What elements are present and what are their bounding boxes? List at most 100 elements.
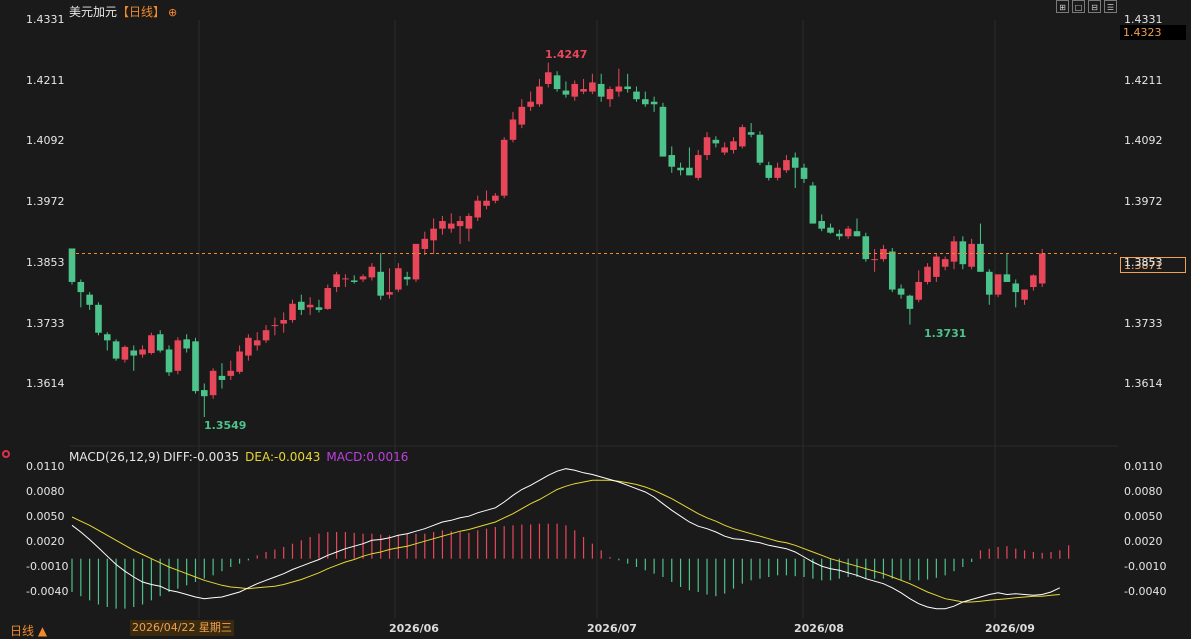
- macd-tick-right: -0.0040: [1124, 585, 1167, 598]
- candle-body: [994, 274, 1002, 295]
- candle-body: [253, 340, 261, 346]
- candle-body: [668, 155, 676, 167]
- x-label-jun: 2026/06: [389, 622, 439, 635]
- split-pane-icon[interactable]: ⊟: [1088, 0, 1101, 13]
- candle-body: [1003, 274, 1011, 282]
- candle-body: [245, 337, 252, 356]
- candle-body: [483, 200, 490, 206]
- layout-grid-icon[interactable]: ⊞: [1056, 0, 1069, 13]
- candle-body: [121, 346, 129, 360]
- price-tick-right: 1.4092: [1124, 134, 1163, 148]
- candle-body: [853, 231, 861, 237]
- macd-tick-right: 0.0080: [1124, 485, 1163, 498]
- candle-body: [77, 281, 85, 293]
- candle-body: [536, 86, 543, 105]
- symbol-name: 美元加元: [69, 5, 118, 19]
- candle-body: [871, 259, 878, 261]
- candle-body: [527, 101, 534, 107]
- candle-body: [324, 288, 332, 309]
- candle-body: [209, 370, 217, 396]
- candle-body: [236, 351, 243, 372]
- candle-body: [509, 119, 517, 140]
- candle-body: [386, 292, 393, 295]
- candle-body: [298, 301, 305, 310]
- candle-body: [985, 271, 993, 295]
- price-tick-right: 1.3972: [1124, 195, 1163, 209]
- candle-body: [915, 281, 923, 300]
- candle-body: [977, 243, 984, 272]
- price-tick-right: 1.3733: [1124, 316, 1163, 330]
- candle-body: [289, 303, 296, 321]
- candle-body: [888, 251, 896, 290]
- candle-body: [571, 83, 579, 97]
- candle-body: [844, 228, 852, 237]
- candle-body: [139, 349, 146, 355]
- indicator-settings-icon[interactable]: [2, 450, 10, 458]
- candle-body: [315, 307, 323, 310]
- candle-body: [756, 134, 764, 163]
- candle-body: [553, 75, 561, 90]
- period-selector[interactable]: 日线 ▲: [10, 622, 47, 639]
- candle-body: [694, 155, 702, 178]
- candle-body: [880, 248, 887, 260]
- x-label-sep: 2026/09: [985, 622, 1035, 635]
- candle-body: [836, 233, 843, 237]
- macd-tick-left: 0.0050: [26, 510, 65, 523]
- candle-body: [677, 167, 684, 171]
- candle-body: [95, 304, 102, 333]
- candle-body: [350, 280, 358, 282]
- candle-body: [439, 221, 446, 229]
- plus-circle-icon[interactable]: ⊕: [168, 6, 177, 19]
- candle-body: [862, 236, 870, 260]
- triple-pane-icon[interactable]: ☰: [1104, 0, 1117, 13]
- candle-body: [465, 215, 473, 229]
- macd-header[interactable]: MACD(26,12,9) DIFF:-0.0035 DEA:-0.0043 MACD…: [69, 450, 414, 464]
- price-tick-left: 1.3853: [26, 255, 65, 269]
- candle-body: [421, 238, 429, 249]
- chart-canvas: [68, 20, 1118, 618]
- candle-body: [377, 271, 384, 296]
- candle-body: [271, 325, 279, 327]
- candle-body: [633, 91, 640, 100]
- candle-body: [950, 241, 958, 262]
- candle-body: [783, 160, 790, 171]
- price-tick-left: 1.4331: [26, 13, 65, 26]
- candle-body: [165, 349, 173, 373]
- macd-tick-right: 0.0020: [1124, 535, 1163, 548]
- candle-body: [1021, 289, 1028, 300]
- candle-body: [474, 200, 482, 218]
- macd-tick-left: 0.0080: [26, 485, 65, 498]
- macd-tick-right: -0.0010: [1124, 560, 1167, 573]
- low-annotation-1: 1.3549: [204, 419, 247, 432]
- candle-body: [721, 147, 728, 153]
- candle-body: [262, 330, 270, 341]
- candle-body: [430, 228, 437, 241]
- x-label-jul: 2026/07: [587, 622, 637, 635]
- chart-title[interactable]: 美元加元【日线】 ⊕: [69, 3, 177, 20]
- candle-body: [765, 165, 773, 178]
- candle-body: [624, 86, 631, 90]
- candle-body: [924, 266, 931, 282]
- candle-body: [562, 90, 570, 95]
- candle-body: [800, 167, 808, 179]
- candle-body: [712, 139, 720, 144]
- price-tick-left: 1.4211: [26, 73, 65, 87]
- macd-tick-right: 0.0050: [1124, 510, 1163, 523]
- candle-body: [456, 221, 464, 227]
- candle-body: [359, 276, 367, 280]
- candlestick-series: [68, 62, 1046, 417]
- candle-body: [747, 132, 755, 135]
- macd-tick-left: -0.0040: [26, 585, 69, 598]
- price-tick-right: 1.3614: [1124, 377, 1163, 390]
- price-tick-right: 1.3853: [1124, 255, 1163, 269]
- candle-body: [589, 82, 596, 92]
- single-pane-icon[interactable]: □: [1072, 0, 1085, 13]
- candle-body: [492, 195, 499, 201]
- macd-title: MACD(26,12,9): [69, 450, 161, 464]
- macd-value-label: MACD:0.0016: [326, 450, 409, 464]
- candle-body: [1030, 275, 1037, 288]
- candle-body: [518, 106, 526, 125]
- candle-body: [897, 288, 905, 295]
- candle-body: [703, 137, 711, 156]
- candle-body: [447, 223, 455, 229]
